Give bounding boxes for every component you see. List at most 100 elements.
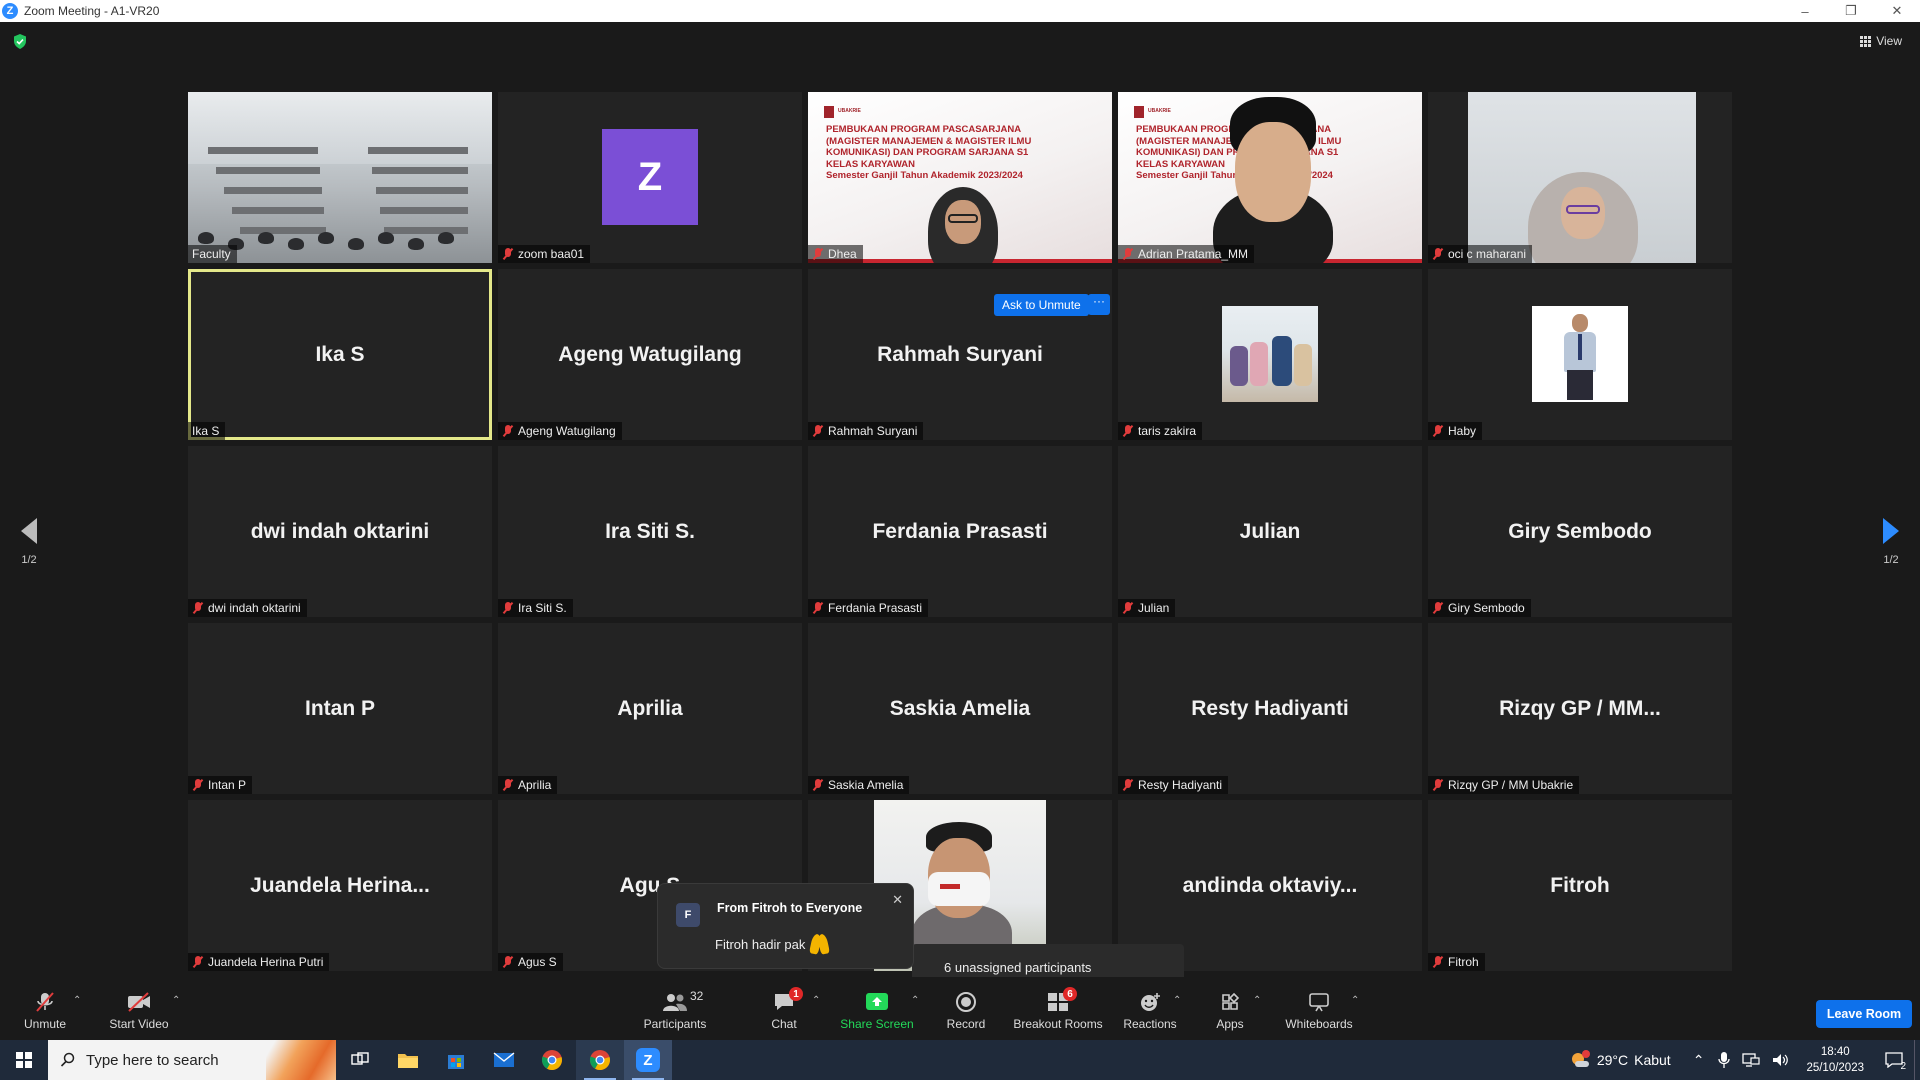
file-explorer-icon[interactable] [384, 1040, 432, 1080]
reactions-button[interactable]: Reactions [1120, 977, 1180, 1040]
video-options-caret-icon[interactable]: ⌃ [172, 995, 180, 1006]
participant-tile[interactable]: Zzoom baa01 [498, 92, 802, 263]
participant-display-name: Julian [1239, 519, 1301, 543]
view-label: View [1876, 34, 1902, 48]
record-button[interactable]: Record [940, 977, 992, 1040]
participant-name-text: Julian [1138, 601, 1170, 615]
participant-tile[interactable]: UBAKRIEPEMBUKAAN PROGRAM PASCASARJANA(MA… [808, 92, 1112, 263]
slide-logo-text: UBAKRIE [838, 108, 861, 114]
arrow-right-icon [1883, 518, 1899, 544]
whiteboards-button[interactable]: Whiteboards [1280, 977, 1358, 1040]
participant-name-text: Ferdania Prasasti [828, 601, 923, 615]
participant-name-text: Rahmah Suryani [828, 424, 918, 438]
zoom-app-icon[interactable]: Z [624, 1040, 672, 1080]
participant-tile[interactable]: Ferdania Prasasti Ferdania Prasasti [808, 446, 1112, 617]
participant-tile[interactable]: Ira Siti S. Ira Siti S. [498, 446, 802, 617]
participant-name-label: Haby [1428, 422, 1483, 440]
apps-options-caret-icon[interactable]: ⌃ [1253, 995, 1261, 1006]
whiteboards-options-caret-icon[interactable]: ⌃ [1351, 995, 1359, 1006]
weather-widget[interactable]: 29°C Kabut [1569, 1050, 1671, 1070]
muted-mic-icon [192, 956, 204, 968]
participants-icon-wrap: 32 [662, 989, 703, 1013]
network-icon[interactable] [1742, 1052, 1761, 1068]
participant-tile[interactable]: oci c maharani [1428, 92, 1732, 263]
participant-display-name: dwi indah oktarini [250, 519, 430, 543]
participant-tile[interactable]: Fitroh Fitroh [1428, 800, 1732, 971]
participant-tile[interactable]: Resty Hadiyanti Resty Hadiyanti [1118, 623, 1422, 794]
taskbar-clock[interactable]: 18:40 25/10/2023 [1806, 1044, 1864, 1076]
participant-name-text: Agus S [518, 955, 557, 969]
system-tray: 29°C Kabut ⌃ 18:40 25/10/2023 2 [1569, 1040, 1920, 1080]
chrome-icon[interactable] [528, 1040, 576, 1080]
start-video-button[interactable]: Start Video [104, 977, 174, 1040]
participant-tile[interactable]: Saskia Amelia Saskia Amelia [808, 623, 1112, 794]
participant-display-name: Ferdania Prasasti [872, 519, 1048, 543]
next-page-button[interactable]: 1/2 [1876, 518, 1906, 566]
participant-tile[interactable]: Aprilia Aprilia [498, 623, 802, 794]
minimize-button[interactable]: – [1782, 0, 1828, 22]
volume-icon[interactable] [1772, 1052, 1790, 1068]
chat-options-caret-icon[interactable]: ⌃ [812, 995, 820, 1006]
chat-notification-popup[interactable]: F From Fitroh to Everyone Fitroh hadir p… [657, 883, 914, 969]
participant-name-text: oci c maharani [1448, 247, 1527, 261]
muted-mic-icon [1122, 779, 1134, 791]
unmute-button[interactable]: Unmute [20, 977, 70, 1040]
chat-message-text: Fitroh hadir pak [715, 936, 806, 952]
share-options-caret-icon[interactable]: ⌃ [911, 995, 919, 1006]
taskbar-search-placeholder: Type here to search [86, 1051, 219, 1069]
notification-center-button[interactable]: 2 [1874, 1040, 1914, 1080]
participant-display-name: Resty Hadiyanti [1191, 696, 1349, 720]
microphone-tray-icon[interactable] [1718, 1051, 1731, 1069]
participant-name-label: zoom baa01 [498, 245, 591, 263]
taskbar-search-box[interactable]: Type here to search [48, 1040, 336, 1080]
task-view-icon[interactable] [336, 1040, 384, 1080]
share-screen-button[interactable]: Share Screen [838, 977, 916, 1040]
close-popup-icon[interactable]: ✕ [892, 892, 903, 908]
more-options-button[interactable]: ··· [1088, 294, 1110, 315]
participant-tile[interactable]: taris zakira [1118, 269, 1422, 440]
chrome-profile-icon[interactable] [576, 1040, 624, 1080]
participant-name-text: taris zakira [1138, 424, 1197, 438]
page-indicator-left: 1/2 [21, 554, 37, 566]
muted-mic-icon [502, 602, 514, 614]
participant-tile[interactable]: Julian Julian [1118, 446, 1422, 617]
reactions-options-caret-icon[interactable]: ⌃ [1173, 995, 1181, 1006]
show-desktop-button[interactable] [1914, 1040, 1920, 1080]
windows-taskbar: Type here to search Z 29°C Kabut ⌃ 18:40… [0, 1040, 1920, 1080]
security-shield-icon[interactable] [13, 34, 27, 49]
audio-options-caret-icon[interactable]: ⌃ [73, 995, 81, 1006]
participant-tile[interactable]: UBAKRIEPEMBUKAAN PROGRAM PASCASARJANA(MA… [1118, 92, 1422, 263]
record-icon [955, 991, 977, 1013]
participant-display-name: Ira Siti S. [605, 519, 695, 543]
start-button[interactable] [0, 1040, 48, 1080]
participant-tile[interactable]: Ika S Ika S [188, 269, 492, 440]
participant-tile[interactable]: Faculty [188, 92, 492, 263]
reactions-icon [1139, 991, 1161, 1013]
muted-mic-icon [1432, 248, 1444, 260]
video-off-icon [126, 991, 152, 1013]
unmute-label: Unmute [23, 1017, 67, 1031]
participant-tile[interactable]: Intan P Intan P [188, 623, 492, 794]
view-button[interactable]: View [1860, 34, 1902, 48]
participant-tile[interactable]: Ageng Watugilang Ageng Watugilang [498, 269, 802, 440]
microsoft-store-icon[interactable] [432, 1040, 480, 1080]
chat-button[interactable]: 1 Chat [764, 977, 804, 1040]
participant-tile[interactable]: Giry Sembodo Giry Sembodo [1428, 446, 1732, 617]
notification-count: 2 [1900, 1061, 1906, 1072]
mail-icon[interactable] [480, 1040, 528, 1080]
participants-button[interactable]: 32 Participants [636, 977, 714, 1040]
participant-tile[interactable]: dwi indah oktarini dwi indah oktarini [188, 446, 492, 617]
leave-room-button[interactable]: Leave Room [1816, 1000, 1912, 1028]
close-window-button[interactable]: ✕ [1874, 0, 1920, 22]
participant-tile[interactable]: Rizqy GP / MM... Rizqy GP / MM Ubakrie [1428, 623, 1732, 794]
ask-to-unmute-button[interactable]: Ask to Unmute [994, 294, 1089, 316]
participant-tile[interactable]: Haby [1428, 269, 1732, 440]
search-highlight-decoration [266, 1040, 336, 1080]
show-hidden-icons-icon[interactable]: ⌃ [1693, 1052, 1705, 1069]
participant-tile[interactable]: Juandela Herina... Juandela Herina Putri [188, 800, 492, 971]
breakout-rooms-button[interactable]: 6 Breakout Rooms [1012, 977, 1104, 1040]
restore-button[interactable]: ❐ [1828, 0, 1874, 22]
previous-page-button[interactable]: 1/2 [14, 518, 44, 566]
participant-name-label: Adrian Pratama_MM [1118, 245, 1255, 263]
apps-button[interactable]: Apps [1210, 977, 1250, 1040]
